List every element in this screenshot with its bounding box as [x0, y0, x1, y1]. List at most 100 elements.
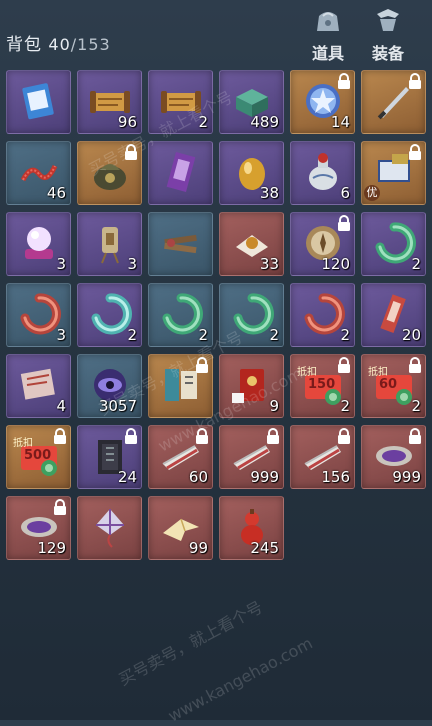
inventory-title: 背包: [6, 35, 42, 55]
lock-icon: [408, 428, 422, 444]
item-quantity: 4: [56, 397, 66, 415]
inventory-slot[interactable]: 120: [290, 212, 355, 276]
item-quantity: 9: [269, 397, 279, 415]
inventory-slot[interactable]: [361, 70, 426, 134]
inventory-slot[interactable]: 2: [290, 283, 355, 347]
inventory-slot[interactable]: 3: [6, 212, 71, 276]
item-quantity: 156: [321, 468, 350, 486]
inventory-slot[interactable]: 4: [6, 354, 71, 418]
inventory-slot[interactable]: 999: [219, 425, 284, 489]
item-quantity: 2: [127, 326, 137, 344]
inventory-slot[interactable]: 2: [148, 283, 213, 347]
lock-icon: [408, 73, 422, 89]
voucher-label: 抵扣: [368, 367, 388, 378]
tool-bundle-icon: [159, 221, 203, 265]
item-quantity: 46: [46, 184, 66, 202]
red-jade-ring-icon: [17, 292, 61, 336]
inventory-slot[interactable]: 33: [219, 212, 284, 276]
green-jade-ring-icon: [372, 221, 416, 265]
voucher-label: 抵扣: [13, 438, 33, 449]
lock-icon: [53, 428, 67, 444]
inventory-slot[interactable]: [6, 70, 71, 134]
item-quantity: 2: [340, 326, 350, 344]
item-quantity: 99: [188, 539, 208, 557]
lock-icon: [124, 428, 138, 444]
inventory-slot[interactable]: 抵扣 500: [6, 425, 71, 489]
inventory-slot[interactable]: 2: [361, 212, 426, 276]
cyan-jade-ring-icon: [88, 292, 132, 336]
crystal-ball-icon: [17, 221, 61, 265]
voucher-value: 60: [379, 377, 398, 392]
inventory-slot[interactable]: 46: [6, 141, 71, 205]
item-quantity: 3: [56, 326, 66, 344]
voucher-value: 150: [308, 377, 336, 392]
inventory-slot[interactable]: 3: [6, 283, 71, 347]
red-letter-icon: [17, 363, 61, 407]
inventory-slot[interactable]: 96: [77, 70, 142, 134]
item-quantity: 2: [411, 397, 421, 415]
tab-items-label: 道具: [311, 44, 344, 63]
lock-icon: [337, 428, 351, 444]
lock-icon: [408, 357, 422, 373]
item-quantity: 60: [188, 468, 208, 486]
inventory-slot[interactable]: 24: [77, 425, 142, 489]
item-quantity: 245: [250, 539, 279, 557]
item-quantity: 2: [340, 397, 350, 415]
voucher-value: 500: [24, 448, 52, 463]
item-quantity: 38: [259, 184, 279, 202]
inventory-slot[interactable]: [148, 212, 213, 276]
quality-badge: 优: [364, 185, 380, 201]
item-quantity: 489: [250, 113, 279, 131]
lock-icon: [408, 144, 422, 160]
inventory-slot[interactable]: 156: [290, 425, 355, 489]
lock-icon: [53, 499, 67, 515]
lock-icon: [337, 357, 351, 373]
inventory-slot[interactable]: 129: [6, 496, 71, 560]
inventory-slot[interactable]: 20: [361, 283, 426, 347]
item-quantity: 3: [127, 255, 137, 273]
inventory-slot[interactable]: 99: [148, 496, 213, 560]
item-quantity: 6: [340, 184, 350, 202]
discount-ticket-icon: [17, 79, 61, 123]
item-quantity: 129: [37, 539, 66, 557]
inventory-slot[interactable]: 抵扣 60 2: [361, 354, 426, 418]
kite-icon: [88, 505, 132, 549]
item-quantity: 96: [117, 113, 137, 131]
tab-items[interactable]: 道具: [304, 6, 352, 63]
page-title: 背包 40/153: [6, 30, 111, 55]
item-quantity: 14: [330, 113, 350, 131]
tab-equipment[interactable]: 装备: [364, 6, 412, 63]
equipment-icon: [377, 9, 399, 31]
lock-icon: [337, 215, 351, 231]
inventory-slot[interactable]: 2: [77, 283, 142, 347]
inventory-count: 40: [48, 35, 71, 54]
inventory-slot[interactable]: [77, 496, 142, 560]
inventory-slot[interactable]: 999: [361, 425, 426, 489]
item-quantity: 2: [411, 255, 421, 273]
item-quantity: 24: [117, 468, 137, 486]
inventory-slot[interactable]: 优: [361, 141, 426, 205]
item-quantity: 999: [392, 468, 421, 486]
inventory-slot[interactable]: 抵扣 150 2: [290, 354, 355, 418]
header: 背包 40/153 道具 装备: [0, 0, 432, 64]
green-jade-ring-icon: [159, 292, 203, 336]
inventory-slot[interactable]: 14: [290, 70, 355, 134]
red-jade-ring-icon: [301, 292, 345, 336]
inventory-slot[interactable]: 3: [77, 212, 142, 276]
purple-scroll-icon: [159, 150, 203, 194]
inventory-slot[interactable]: 38: [219, 141, 284, 205]
bag-icon: [317, 12, 339, 31]
inventory-slot[interactable]: 6: [290, 141, 355, 205]
tab-equipment-label: 装备: [371, 44, 404, 63]
item-quantity: 33: [259, 255, 279, 273]
lock-icon: [266, 428, 280, 444]
porcelain-jar-icon: [301, 150, 345, 194]
item-quantity: 3: [56, 255, 66, 273]
item-quantity: 120: [321, 255, 350, 273]
inventory-slot[interactable]: 245: [219, 496, 284, 560]
item-quantity: 20: [401, 326, 421, 344]
lantern-icon: [88, 221, 132, 265]
inventory-slot[interactable]: [148, 141, 213, 205]
item-quantity: 999: [250, 468, 279, 486]
lock-icon: [337, 73, 351, 89]
